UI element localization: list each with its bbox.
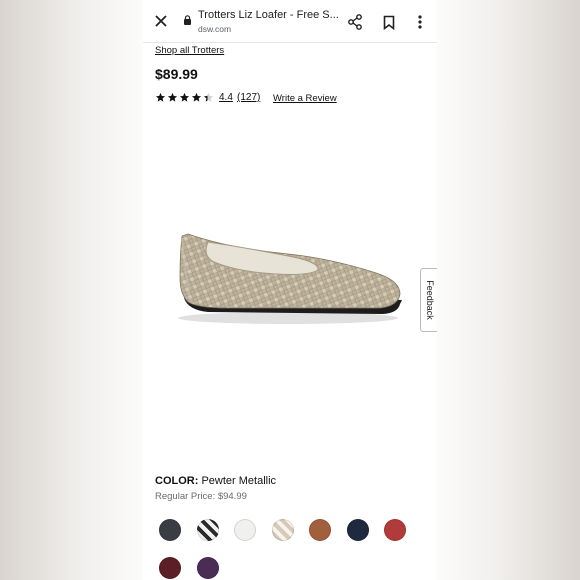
regular-price: Regular Price: $94.99 <box>155 491 247 502</box>
color-swatch-dark-red[interactable] <box>159 557 181 579</box>
color-swatch-white-tan[interactable] <box>271 519 294 541</box>
phone-screen: Trotters Liz Loafer - Free S... dsw.com … <box>143 0 437 580</box>
color-value: Pewter Metallic <box>201 475 277 487</box>
product-price: $89.99 <box>155 66 198 82</box>
color-swatch-black[interactable] <box>159 519 181 541</box>
share-icon[interactable] <box>344 11 366 33</box>
color-label: COLOR: <box>155 475 199 487</box>
color-swatch-white[interactable] <box>234 519 256 541</box>
feedback-tab[interactable]: Feedback <box>420 268 437 332</box>
product-image[interactable] <box>168 218 408 333</box>
color-swatch-red[interactable] <box>384 519 406 541</box>
shop-all-brand-link[interactable]: Shop all Trotters <box>155 45 224 56</box>
url-text[interactable]: dsw.com <box>198 24 231 34</box>
star-icon <box>167 92 178 102</box>
star-rating <box>155 92 214 103</box>
close-icon[interactable] <box>151 11 171 31</box>
star-icon <box>179 92 190 102</box>
rating-value[interactable]: 4.4 <box>219 92 233 103</box>
review-count[interactable]: (127) <box>237 92 260 103</box>
browser-toolbar: Trotters Liz Loafer - Free S... dsw.com <box>143 0 437 43</box>
color-info: COLOR: Pewter Metallic <box>155 475 276 487</box>
write-review-link[interactable]: Write a Review <box>273 93 337 104</box>
color-swatch-navy[interactable] <box>346 519 369 541</box>
color-swatch-purple[interactable] <box>196 557 219 579</box>
bookmark-icon[interactable] <box>380 11 398 33</box>
star-icon <box>191 92 202 102</box>
color-swatch-brown[interactable] <box>309 519 331 541</box>
more-options-icon[interactable] <box>411 11 429 33</box>
star-icon <box>203 92 214 102</box>
tab-title[interactable]: Trotters Liz Loafer - Free S... <box>198 9 338 21</box>
lock-icon <box>184 15 191 25</box>
color-swatch-black-white[interactable] <box>196 519 219 541</box>
star-icon <box>155 92 166 102</box>
